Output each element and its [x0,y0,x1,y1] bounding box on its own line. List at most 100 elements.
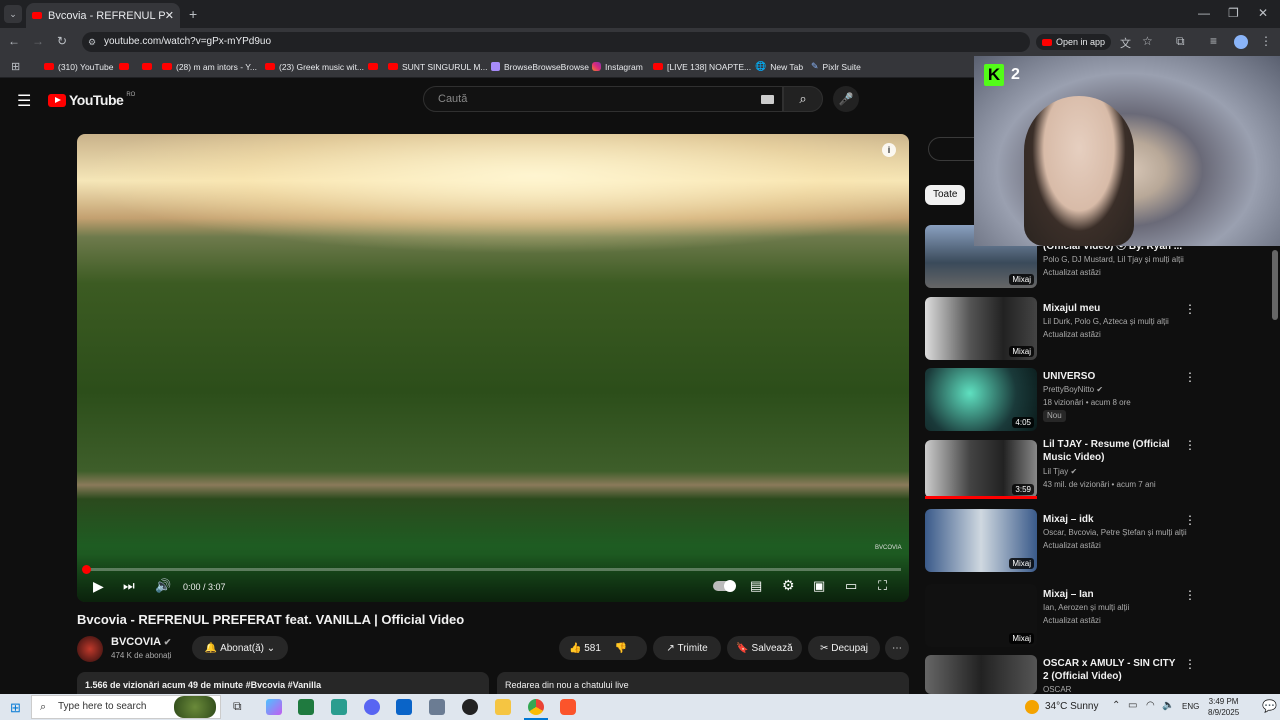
bookmark-8[interactable]: BrowseBrowseBrowse [491,58,589,75]
channel-name-row[interactable]: BVCOVIA ✔ [111,636,171,648]
voice-search-button[interactable]: 🎤 [833,86,859,112]
bookmark-9[interactable]: Instagram [592,58,643,75]
language-indicator[interactable]: ENG [1182,702,1199,711]
progress-bar[interactable] [82,565,901,574]
windows-start-icon[interactable]: ⊞ [10,700,21,716]
site-info-icon[interactable]: ⚙ [88,32,96,52]
video-thumbnail[interactable]: 4:05 [925,368,1037,431]
browser-tab-active[interactable]: Bvcovia - REFRENUL PREFERAT ✕ [26,3,180,28]
weather-text[interactable]: 34°C Sunny [1045,701,1098,712]
sidebar-video-title[interactable]: Lil TJAY - Resume (Official Music Video) [1043,438,1183,464]
chat-toggle-pill[interactable] [928,137,974,161]
more-options-icon[interactable]: ⋮ [1184,438,1196,452]
bookmark-star-icon[interactable]: ☆ [1142,34,1153,48]
progress-scrubber[interactable] [82,565,91,574]
page-scrollbar[interactable] [1272,250,1278,320]
bookmark-6[interactable] [368,58,378,75]
wifi-icon[interactable]: ◠ [1146,700,1155,711]
apps-grid-icon[interactable]: ⊞ [11,60,20,73]
video-thumbnail[interactable]: Mixaj [925,509,1037,572]
file-explorer-icon[interactable] [495,699,511,715]
bookmark-3[interactable] [142,58,152,75]
search-button[interactable]: ⌕ [783,86,823,112]
bookmark-12[interactable]: ✎ Pixlr Suite [811,58,861,75]
share-button[interactable]: ↗ Trimite [653,636,721,660]
bookmark-2[interactable] [119,58,129,75]
translate-icon[interactable]: 文 [1120,35,1131,51]
more-options-icon[interactable]: ⋮ [1184,513,1196,527]
chrome-icon[interactable] [528,699,544,715]
video-thumbnail[interactable]: Mixaj [925,584,1037,647]
subtitles-icon[interactable]: ▤ [750,578,762,594]
bookmark-11[interactable]: 🌐 New Tab [755,58,803,75]
description-box[interactable]: 1.566 de vizionări acum 49 de minute #Bv… [77,672,489,694]
bookmark-4[interactable]: (28) m am intors - Y... [162,58,257,75]
settings-gear-icon[interactable]: ⚙ [782,577,795,594]
sidebar-video-title[interactable]: Mixajul meu [1043,302,1100,315]
reload-icon[interactable]: ↻ [57,34,67,48]
bookmark-5[interactable]: (23) Greek music wit... [265,58,364,75]
edge-icon[interactable] [331,699,347,715]
more-actions-button[interactable]: ⋯ [885,636,909,660]
extensions-icon[interactable]: ⧉ [1176,34,1185,49]
clock[interactable]: 3:49 PM 8/9/2025 [1208,696,1239,718]
sidebar-video-title[interactable]: Mixaj – idk [1043,513,1094,526]
clip-button[interactable]: ✂ Decupaj [808,636,880,660]
profile-avatar[interactable] [1234,35,1248,49]
keyboard-icon[interactable] [761,95,774,104]
network-app-icon[interactable] [429,699,445,715]
bookmark-10[interactable]: [LIVE 138] NOAPTE... [653,58,751,75]
bookmark-7[interactable]: SUNT SINGURUL M... [388,58,487,75]
next-icon[interactable]: ⏭ [123,578,135,594]
copilot-icon[interactable] [266,699,282,715]
address-bar[interactable]: ⚙ youtube.com/watch?v=gPx-mYPd9uo [82,32,1030,52]
hamburger-menu-icon[interactable]: ☰ [17,91,31,111]
calculator-icon[interactable] [298,699,314,715]
video-player[interactable]: i BVCOVIA ▶ ⏭ 🔊 0:00 / 3:07 ▤ ⚙ ▣ ▭ ⛶ [77,134,909,602]
sidebar-video-title[interactable]: Mixaj – Ian [1043,588,1094,601]
forward-arrow-icon[interactable]: → [32,34,44,48]
sidebar-video-title[interactable]: OSCAR x AMULY - SIN CITY 2 (Official Vid… [1043,657,1183,683]
autoplay-toggle[interactable] [713,580,736,592]
speaker-icon[interactable]: 🔈 [1162,700,1174,711]
thumbs-down-icon[interactable]: 👎 [615,643,627,654]
video-thumbnail[interactable] [925,655,1037,694]
tab-close-icon[interactable]: ✕ [165,9,174,22]
outlook-icon[interactable] [396,699,412,715]
like-button[interactable]: 👍 581 [569,643,601,654]
tab-search-button[interactable]: ⌄ [4,5,22,23]
youtube-logo[interactable]: YouTube RO [48,92,135,108]
battery-icon[interactable]: ▭ [1128,700,1137,711]
back-arrow-icon[interactable]: ← [8,34,20,48]
theater-mode-icon[interactable]: ▭ [845,578,857,594]
open-in-app-button[interactable]: Open in app [1036,34,1112,50]
video-thumbnail[interactable]: 3:59 [925,440,1037,498]
miniplayer-icon[interactable]: ▣ [813,578,825,594]
volume-icon[interactable]: 🔊 [155,578,171,594]
channel-avatar[interactable] [77,636,103,662]
search-input[interactable]: Caută [423,86,783,112]
more-options-icon[interactable]: ⋮ [1184,588,1196,602]
minimize-button[interactable]: — [1198,6,1210,20]
brave-icon[interactable] [560,699,576,715]
task-view-icon[interactable]: ⧉ [233,699,242,714]
new-tab-button[interactable]: + [189,6,197,22]
chat-replay-box[interactable]: Redarea din nou a chatului live [497,672,909,694]
fullscreen-icon[interactable]: ⛶ [878,578,887,594]
save-button[interactable]: 🔖 Salvează [727,636,802,660]
sidebar-video-title[interactable]: UNIVERSO [1043,370,1095,383]
tray-chevron-icon[interactable]: ⌃ [1112,700,1120,711]
more-options-icon[interactable]: ⋮ [1184,302,1196,316]
video-thumbnail[interactable]: Mixaj [925,297,1037,360]
subscribed-button[interactable]: 🔔 Abonat(ă) ⌄ [192,636,288,660]
search-highlight-icon[interactable] [174,696,216,718]
browser-menu-icon[interactable]: ⋮ [1260,34,1272,48]
more-options-icon[interactable]: ⋮ [1184,370,1196,384]
window-close-button[interactable]: ✕ [1258,6,1268,20]
notifications-icon[interactable]: 💬 [1262,699,1277,713]
maximize-button[interactable]: ❐ [1228,6,1239,20]
reading-list-icon[interactable]: ≡ [1210,34,1217,48]
play-icon[interactable]: ▶ [93,578,104,595]
info-icon[interactable]: i [882,143,896,157]
bookmark-1[interactable]: (310) YouTube [44,58,113,75]
